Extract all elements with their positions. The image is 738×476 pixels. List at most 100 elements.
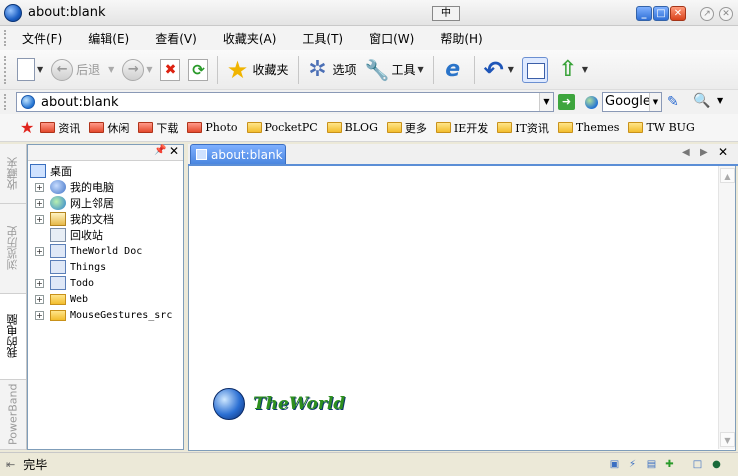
close-icon[interactable]: ✕ xyxy=(169,144,179,158)
fav-item-it-news[interactable]: IT资讯 xyxy=(497,120,549,136)
window-icon[interactable]: □ xyxy=(691,458,704,471)
security-icon[interactable]: ✚ xyxy=(663,458,676,471)
stop-icon: ✖ xyxy=(160,58,181,81)
address-input[interactable]: about:blank ▼ xyxy=(16,92,554,112)
toolbar-grip[interactable] xyxy=(4,55,7,84)
menu-favorites[interactable]: 收藏夹(A) xyxy=(217,28,283,49)
expand-icon[interactable]: + xyxy=(35,182,44,192)
chevron-down-icon[interactable]: ▼ xyxy=(108,65,114,74)
pin-icon[interactable]: 📌 xyxy=(154,145,166,156)
fav-item-leisure[interactable]: 休闲 xyxy=(89,120,129,136)
fav-item-blog[interactable]: BLOG xyxy=(326,121,378,134)
tab-scroll-right-icon[interactable]: ▶ xyxy=(700,147,708,158)
expand-icon[interactable]: + xyxy=(35,214,44,224)
expand-icon[interactable]: + xyxy=(35,246,44,256)
tab-scroll-left-icon[interactable]: ◀ xyxy=(682,147,690,158)
restore-icon[interactable]: ↗ xyxy=(700,7,714,21)
options-button[interactable]: ✲ 选项 xyxy=(303,53,360,87)
address-grip[interactable] xyxy=(4,94,7,110)
fav-item-ie-dev[interactable]: IE开发 xyxy=(435,120,488,136)
chevron-down-icon[interactable]: ▼ xyxy=(418,65,424,74)
fav-item-pocketpc[interactable]: PocketPC xyxy=(246,121,318,134)
tree-node-desktop[interactable]: 桌面 xyxy=(28,163,183,179)
close-circle-icon[interactable]: ✕ xyxy=(719,7,733,21)
highlight-pen-icon[interactable]: ✎ xyxy=(667,94,685,110)
tab-about-blank[interactable]: about:blank xyxy=(190,144,286,164)
tree-node-web[interactable]: + Web xyxy=(28,291,183,307)
menu-window[interactable]: 窗口(W) xyxy=(363,28,420,49)
maximize-button[interactable]: □ xyxy=(653,6,669,21)
close-tab-icon[interactable]: ✕ xyxy=(718,145,728,159)
tree-label: 网上邻居 xyxy=(70,197,114,210)
sidebar-tab-favorites[interactable]: 收藏夹 xyxy=(0,144,26,204)
chevron-down-icon[interactable]: ▼ xyxy=(717,96,723,105)
ie-button[interactable]: e xyxy=(438,53,468,87)
vertical-scrollbar[interactable]: ▲ ▼ xyxy=(718,166,735,449)
scroll-down-icon[interactable]: ▼ xyxy=(720,432,735,447)
refresh-icon: ⟳ xyxy=(188,58,209,81)
sidebar-tab-my-computer[interactable]: 我的电脑 xyxy=(0,294,26,380)
chevron-down-icon[interactable]: ▼ xyxy=(649,93,661,111)
expand-icon[interactable]: + xyxy=(35,294,44,304)
menu-grip[interactable] xyxy=(4,30,7,46)
close-button[interactable]: ✕ xyxy=(670,6,686,21)
menu-tools[interactable]: 工具(T) xyxy=(296,28,349,49)
chevron-down-icon[interactable]: ▼ xyxy=(508,65,514,74)
ime-indicator[interactable]: 中 xyxy=(432,6,460,21)
chevron-down-icon[interactable]: ▼ xyxy=(146,65,152,74)
back-button[interactable]: ← 后退 ▼ xyxy=(48,53,117,87)
favorites-button[interactable]: ★ 收藏夹 xyxy=(222,53,291,87)
tree-label: Web xyxy=(70,293,89,305)
undo-button[interactable]: ↶ ▼ xyxy=(479,53,517,87)
tree-node-mousegestures[interactable]: + MouseGestures_src xyxy=(28,307,183,323)
chevron-down-icon[interactable]: ▼ xyxy=(37,65,43,74)
address-text[interactable]: about:blank xyxy=(41,95,119,110)
scroll-up-icon[interactable]: ▲ xyxy=(720,168,735,183)
new-page-button[interactable]: ▼ xyxy=(14,53,46,87)
fav-item-more[interactable]: 更多 xyxy=(386,120,427,136)
ad-filter-icon[interactable]: ▤ xyxy=(645,458,658,471)
menu-edit[interactable]: 编辑(E) xyxy=(82,28,135,49)
search-engine-select[interactable]: Google ▼ xyxy=(602,92,662,112)
menu-help[interactable]: 帮助(H) xyxy=(434,28,488,49)
script-icon[interactable]: ⚡ xyxy=(626,458,639,471)
sidebar-tab-powerband[interactable]: PowerBand xyxy=(0,380,26,450)
tree-node-recycle-bin[interactable]: 回收站 xyxy=(28,227,183,243)
fav-item-tw-bug[interactable]: TW BUG xyxy=(628,121,695,134)
menu-file[interactable]: 文件(F) xyxy=(16,28,68,49)
page-content[interactable]: ▲ ▼ TheWorld xyxy=(188,166,736,451)
favorites-star-icon[interactable]: ★ xyxy=(20,118,34,137)
tools-button[interactable]: 🔧 工具 ▼ xyxy=(362,53,427,87)
forward-button[interactable]: → ▼ xyxy=(119,53,155,87)
fav-item-download[interactable]: 下载 xyxy=(138,120,178,136)
up-button[interactable]: ⇧ ▼ xyxy=(553,53,591,87)
go-button[interactable]: ➜ xyxy=(558,94,575,110)
tree-node-todo[interactable]: + Todo xyxy=(28,275,183,291)
minimize-button[interactable]: _ xyxy=(636,6,652,21)
status-back-icon[interactable]: ⇤ xyxy=(6,458,15,471)
fav-item-news[interactable]: 资讯 xyxy=(40,120,80,136)
expand-icon[interactable]: + xyxy=(35,310,44,320)
popup-blocker-icon[interactable]: ▣ xyxy=(608,458,621,471)
sidebar-header: 📌 ✕ xyxy=(28,144,183,161)
folder-icon xyxy=(246,122,262,133)
tree-node-things[interactable]: Things xyxy=(28,259,183,275)
globe-icon xyxy=(213,388,245,420)
refresh-button[interactable]: ⟳ xyxy=(185,53,211,87)
fav-item-photo[interactable]: Photo xyxy=(187,121,238,134)
sidebar-tab-history[interactable]: 浏览历史 xyxy=(0,204,26,294)
stop-button[interactable]: ✖ xyxy=(157,53,183,87)
tree-node-theworld-doc[interactable]: + TheWorld Doc xyxy=(28,243,183,259)
expand-icon[interactable]: + xyxy=(35,278,44,288)
tree-node-my-documents[interactable]: + 我的文档 xyxy=(28,211,183,227)
menu-view[interactable]: 查看(V) xyxy=(149,28,203,49)
tree-node-network[interactable]: + 网上邻居 xyxy=(28,195,183,211)
chevron-down-icon[interactable]: ▼ xyxy=(582,65,588,74)
find-icon[interactable]: 🔍 xyxy=(693,93,711,111)
fav-item-themes[interactable]: Themes xyxy=(557,121,619,134)
expand-icon[interactable]: + xyxy=(35,198,44,208)
tree-node-my-computer[interactable]: + 我的电脑 xyxy=(28,179,183,195)
chevron-down-icon[interactable]: ▼ xyxy=(539,93,553,111)
sidebar-toggle-button[interactable] xyxy=(519,53,551,87)
globe-icon[interactable]: ● xyxy=(710,458,723,471)
